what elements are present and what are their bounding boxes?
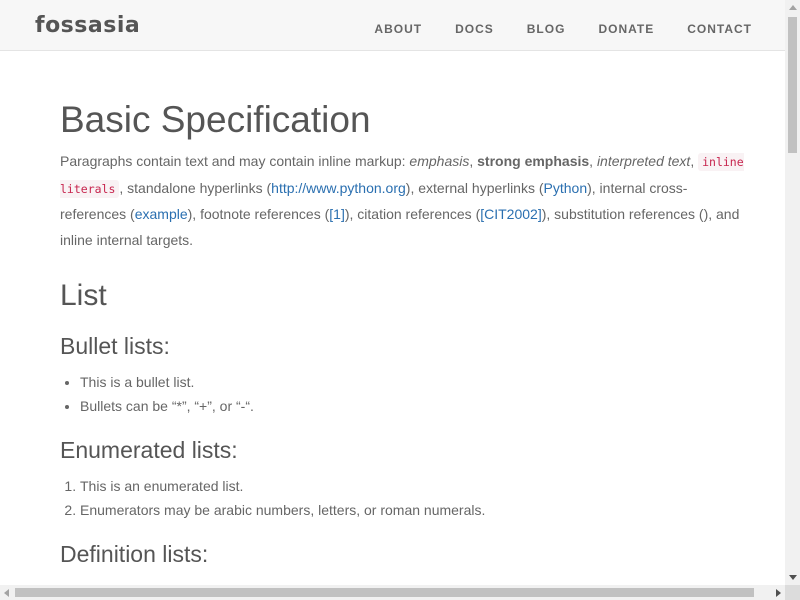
- scroll-up-icon[interactable]: [789, 5, 797, 10]
- enumerated-lists-heading: Enumerated lists:: [60, 437, 238, 463]
- list-item: Bullets can be “*”, “+”, or “-“.: [80, 394, 750, 418]
- intro-text: ,: [469, 153, 478, 169]
- intro-text: ,: [690, 153, 699, 169]
- nav-docs[interactable]: DOCS: [455, 22, 494, 36]
- list-item: This is a bullet list.: [80, 370, 750, 394]
- nav-donate[interactable]: DONATE: [598, 22, 654, 36]
- scroll-down-icon[interactable]: [789, 575, 797, 580]
- intro-text: ), external hyperlinks (: [405, 179, 544, 196]
- horizontal-scroll-thumb[interactable]: [15, 588, 754, 597]
- nav-contact[interactable]: CONTACT: [687, 22, 752, 36]
- page-title: Basic Specification: [60, 99, 371, 140]
- strong-text: strong emphasis: [477, 153, 590, 169]
- vertical-scrollbar[interactable]: [785, 0, 800, 585]
- navbar: fossasia ABOUT DOCS BLOG DONATE CONTACT: [0, 0, 785, 51]
- intro-paragraph: Paragraphs contain text and may contain …: [60, 149, 750, 253]
- link-citation[interactable]: [CIT2002]: [480, 206, 541, 222]
- link-python[interactable]: Python: [544, 180, 588, 196]
- list-item: Enumerators may be arabic numbers, lette…: [80, 498, 750, 522]
- definition-lists-heading: Definition lists:: [60, 541, 209, 567]
- svg-text:fossasia: fossasia: [35, 13, 140, 38]
- intro-text: ), citation references (: [344, 206, 481, 222]
- link-example[interactable]: example: [135, 206, 188, 222]
- intro-text: , standalone hyperlinks (: [119, 179, 272, 196]
- intro-text: Paragraphs contain text and may contain …: [60, 153, 410, 169]
- list-heading: List: [60, 279, 107, 312]
- bullet-lists-heading: Bullet lists:: [60, 333, 170, 359]
- interpreted-text: interpreted text: [596, 153, 691, 169]
- scroll-left-icon[interactable]: [4, 589, 9, 597]
- vertical-scroll-thumb[interactable]: [788, 17, 797, 153]
- nav-about[interactable]: ABOUT: [374, 22, 422, 36]
- bullet-list: This is a bullet list. Bullets can be “*…: [60, 370, 750, 418]
- fossasia-logo[interactable]: fossasia: [35, 13, 180, 39]
- main-nav: ABOUT DOCS BLOG DONATE CONTACT: [341, 22, 752, 36]
- enumerated-list: This is an enumerated list. Enumerators …: [60, 474, 750, 522]
- link-python-org[interactable]: http://www.python.org: [271, 180, 406, 196]
- emphasis-text: emphasis: [409, 153, 470, 169]
- scroll-right-icon[interactable]: [776, 589, 781, 597]
- nav-blog[interactable]: BLOG: [527, 22, 566, 36]
- scrollbar-corner: [785, 585, 800, 600]
- horizontal-scrollbar[interactable]: [0, 585, 785, 600]
- intro-text: ,: [589, 153, 597, 169]
- list-item: This is an enumerated list.: [80, 474, 750, 498]
- intro-text: ), footnote references (: [187, 206, 330, 222]
- main-content: Basic Specification Paragraphs contain t…: [60, 51, 750, 600]
- link-footnote[interactable]: [1]: [329, 206, 345, 222]
